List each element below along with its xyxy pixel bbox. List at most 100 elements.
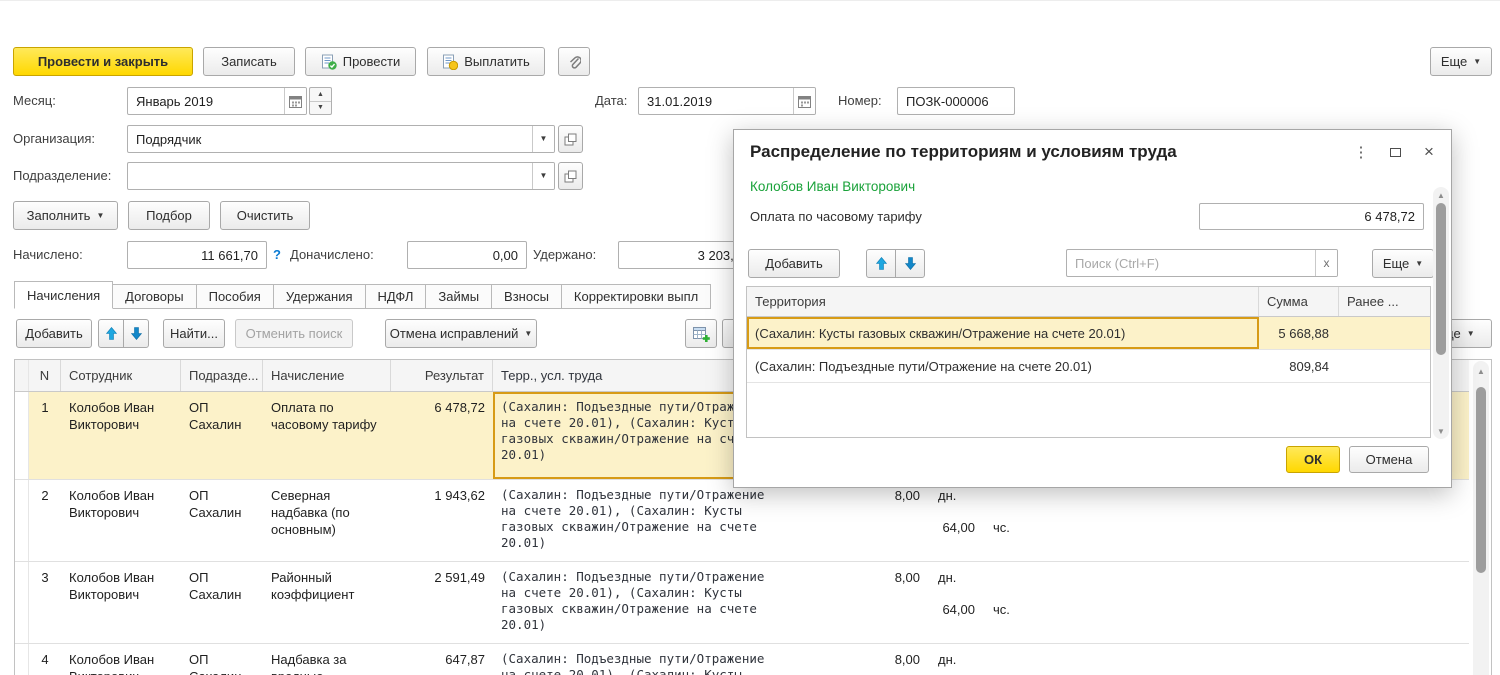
grid-move-down-button[interactable] [123, 319, 149, 348]
table-row[interactable]: 3 Колобов Иван Викторович ОП Сахалин Рай… [15, 562, 1469, 644]
grid-settings-button[interactable] [685, 319, 717, 348]
attach-button[interactable] [558, 47, 590, 76]
tab-contracts[interactable]: Договоры [113, 284, 196, 309]
withheld-field[interactable] [618, 241, 750, 269]
close-icon[interactable]: × [1416, 140, 1442, 164]
department-open-button[interactable] [558, 162, 583, 190]
tab-deductions[interactable]: Удержания [274, 284, 366, 309]
scrollbar-thumb[interactable] [1476, 387, 1486, 573]
department-field[interactable]: ▼ [127, 162, 555, 190]
cell-worktime[interactable]: 8,00дн. 64,00чс. [793, 480, 1033, 561]
grid-cancel-search-button[interactable]: Отменить поиск [235, 319, 353, 348]
cell-earlier[interactable] [1339, 317, 1430, 349]
tab-accruals[interactable]: Начисления [14, 281, 113, 309]
header-employee[interactable]: Сотрудник [61, 360, 181, 391]
month-stepper[interactable]: ▲ ▼ [309, 87, 332, 115]
cell-territory[interactable]: (Сахалин: Кусты газовых скважин/Отражени… [747, 317, 1259, 349]
department-input[interactable] [128, 163, 532, 189]
accrued-input[interactable] [128, 242, 266, 268]
cell-num[interactable]: 1 [29, 392, 61, 479]
scroll-down-icon[interactable]: ▼ [1433, 423, 1449, 439]
header-amount[interactable]: Сумма [1259, 287, 1339, 316]
header-earlier[interactable]: Ранее ... [1339, 287, 1430, 316]
cell-num[interactable]: 4 [29, 644, 61, 675]
organization-open-button[interactable] [558, 125, 583, 153]
stepper-down-icon[interactable]: ▼ [310, 102, 331, 115]
fill-button[interactable]: Заполнить ▼ [13, 201, 118, 230]
dialog-table-row[interactable]: (Сахалин: Кусты газовых скважин/Отражени… [747, 317, 1430, 350]
cell-accrual[interactable]: Оплата по часовому тарифу [263, 392, 391, 479]
cell-worktime[interactable]: 8,00дн. [793, 644, 1033, 675]
cell-amount[interactable]: 809,84 [1259, 350, 1339, 382]
dialog-search-input[interactable] [1067, 250, 1315, 276]
cell-department[interactable]: ОП Сахалин [181, 644, 263, 675]
cell-accrual[interactable]: Северная надбавка (по основным) [263, 480, 391, 561]
number-field[interactable] [897, 87, 1015, 115]
cell-department[interactable]: ОП Сахалин [181, 392, 263, 479]
chevron-down-icon[interactable]: ▼ [532, 126, 554, 152]
tab-ndfl[interactable]: НДФЛ [366, 284, 427, 309]
kebab-menu-icon[interactable]: ⋮ [1348, 140, 1374, 164]
grid-add-button[interactable]: Добавить [16, 319, 92, 348]
tab-contributions[interactable]: Взносы [492, 284, 562, 309]
stepper-up-icon[interactable]: ▲ [310, 88, 331, 102]
dialog-move-down-button[interactable] [895, 249, 925, 278]
table-row[interactable]: 2 Колобов Иван Викторович ОП Сахалин Сев… [15, 480, 1469, 562]
date-input[interactable] [639, 88, 793, 114]
organization-field[interactable]: ▼ [127, 125, 555, 153]
post-and-close-button[interactable]: Провести и закрыть [13, 47, 193, 76]
header-accrual[interactable]: Начисление [263, 360, 391, 391]
cell-territory[interactable]: (Сахалин: Подъездные пути/Отражение на с… [493, 562, 793, 643]
cell-territory[interactable]: (Сахалин: Подъездные пути/Отражение на с… [493, 644, 793, 675]
cell-num[interactable]: 3 [29, 562, 61, 643]
dialog-search-field[interactable]: x [1066, 249, 1338, 277]
cell-result[interactable]: 1 943,62 [391, 480, 493, 561]
cell-earlier[interactable] [1339, 350, 1430, 382]
dialog-vertical-scrollbar[interactable]: ▲ ▼ [1433, 187, 1449, 439]
grid-move-up-button[interactable] [98, 319, 124, 348]
dialog-employee-link[interactable]: Колобов Иван Викторович [750, 179, 915, 194]
calendar-icon[interactable] [284, 88, 306, 114]
cell-employee[interactable]: Колобов Иван Викторович [61, 480, 181, 561]
cell-accrual[interactable]: Надбавка за вредные [263, 644, 391, 675]
extra-accrued-input[interactable] [408, 242, 526, 268]
cell-amount[interactable]: 5 668,88 [1259, 317, 1339, 349]
month-field[interactable] [127, 87, 307, 115]
tab-benefits[interactable]: Пособия [197, 284, 274, 309]
grid-undo-corrections-button[interactable]: Отмена исправлений ▼ [385, 319, 537, 348]
maximize-icon[interactable] [1382, 140, 1408, 164]
organization-input[interactable] [128, 126, 532, 152]
cancel-button[interactable]: Отмена [1349, 446, 1429, 473]
dialog-more-button[interactable]: Еще ▼ [1372, 249, 1434, 278]
cell-department[interactable]: ОП Сахалин [181, 480, 263, 561]
cell-result[interactable]: 647,87 [391, 644, 493, 675]
table-vertical-scrollbar[interactable]: ▲ [1473, 361, 1489, 675]
dialog-add-button[interactable]: Добавить [748, 249, 840, 278]
accrued-field[interactable] [127, 241, 267, 269]
dialog-amount-input[interactable] [1200, 204, 1423, 229]
scrollbar-thumb[interactable] [1436, 203, 1446, 355]
cell-employee[interactable]: Колобов Иван Викторович [61, 644, 181, 675]
table-row[interactable]: 4 Колобов Иван Викторович ОП Сахалин Над… [15, 644, 1469, 675]
extra-accrued-field[interactable] [407, 241, 527, 269]
scroll-up-icon[interactable]: ▲ [1473, 363, 1489, 379]
help-icon[interactable]: ? [273, 241, 281, 269]
tab-payment-corrections[interactable]: Корректировки выпл [562, 284, 711, 309]
post-button[interactable]: Провести [305, 47, 416, 76]
cell-territory[interactable]: (Сахалин: Подъездные пути/Отражение на с… [493, 480, 793, 561]
cell-employee[interactable]: Колобов Иван Викторович [61, 392, 181, 479]
cell-result[interactable]: 6 478,72 [391, 392, 493, 479]
header-num[interactable]: N [29, 360, 61, 391]
calendar-icon[interactable] [793, 88, 815, 114]
clear-button[interactable]: Очистить [220, 201, 310, 230]
window-more-button[interactable]: Еще ▼ [1430, 47, 1492, 76]
cell-department[interactable]: ОП Сахалин [181, 562, 263, 643]
cell-result[interactable]: 2 591,49 [391, 562, 493, 643]
header-result[interactable]: Результат [391, 360, 493, 391]
tab-loans[interactable]: Займы [426, 284, 492, 309]
pay-button[interactable]: Выплатить [427, 47, 545, 76]
header-territory[interactable]: Территория [747, 287, 1259, 316]
chevron-down-icon[interactable]: ▼ [532, 163, 554, 189]
header-department[interactable]: Подразде... [181, 360, 263, 391]
cell-accrual[interactable]: Районный коэффициент [263, 562, 391, 643]
